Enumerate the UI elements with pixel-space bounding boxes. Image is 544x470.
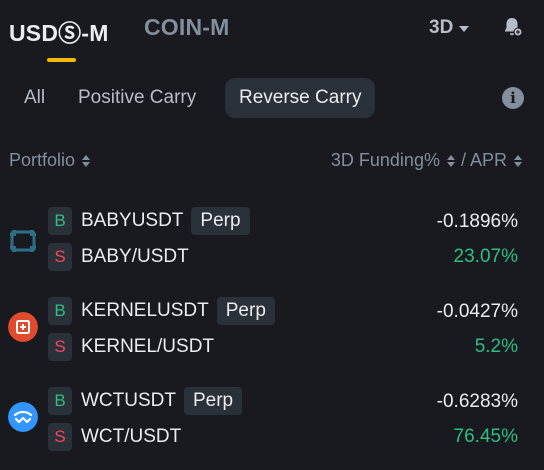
perp-symbol: KERNELUSDT [81, 300, 209, 321]
spot-symbol: BABY/USDT [81, 246, 189, 267]
funding-rate: -0.1896% [436, 211, 518, 232]
sort-icon [446, 154, 455, 167]
apr-header-label: / APR [460, 150, 507, 170]
perp-leg: B KERNELUSDT Perp [48, 297, 275, 325]
perp-tag: Perp [183, 387, 243, 415]
notification-bell-icon[interactable] [500, 15, 524, 39]
perp-tag: Perp [216, 297, 275, 325]
caret-down-icon [459, 26, 470, 32]
buy-badge: B [48, 387, 72, 415]
filter-positive-carry[interactable]: Positive Carry [78, 78, 196, 118]
apr-header[interactable]: / APR [461, 150, 522, 171]
perp-leg: B BABYUSDT Perp [48, 207, 250, 235]
tab-usds-m[interactable]: USDⓈ-M [9, 14, 109, 48]
filter-reverse-carry[interactable]: Reverse Carry [225, 78, 376, 118]
spot-leg: S BABY/USDT [48, 243, 189, 271]
sort-icon [82, 154, 91, 167]
perp-tag: Perp [191, 207, 250, 235]
perp-symbol: BABYUSDT [81, 210, 184, 231]
funding-rate: -0.6283% [436, 391, 518, 412]
sort-icon [514, 154, 522, 167]
list-item[interactable]: B KERNELUSDT Perp -0.0427% S KERNEL/USDT… [0, 296, 544, 368]
active-tab-indicator [47, 58, 76, 62]
list-item[interactable]: B BABYUSDT Perp -0.1896% S BABY/USDT 23.… [0, 206, 544, 278]
apr-value: 76.45% [453, 426, 518, 447]
sell-badge: S [48, 423, 72, 451]
apr-value: 23.07% [453, 246, 518, 267]
funding-apr-header: 3D Funding% / APR [331, 150, 522, 171]
babylon-icon [10, 230, 36, 252]
market-type-tabs: USDⓈ-M COIN-M 3D [0, 0, 544, 62]
walletconnect-icon [8, 402, 38, 432]
kernel-icon [8, 312, 38, 342]
period-label: 3D [429, 17, 454, 38]
filter-all[interactable]: All [24, 78, 45, 118]
period-dropdown[interactable]: 3D [429, 17, 470, 39]
spot-symbol: KERNEL/USDT [81, 336, 215, 357]
info-icon[interactable]: i [502, 87, 524, 109]
spot-leg: S KERNEL/USDT [48, 333, 214, 361]
carry-filter: All Positive Carry Reverse Carry [0, 78, 544, 118]
spot-leg: S WCT/USDT [48, 423, 181, 451]
portfolio-header-label: Portfolio [9, 150, 76, 170]
sell-badge: S [48, 243, 72, 271]
spot-symbol: WCT/USDT [81, 426, 182, 447]
tab-coin-m[interactable]: COIN-M [144, 14, 230, 41]
buy-badge: B [48, 297, 72, 325]
funding-header-label: 3D Funding% [330, 150, 440, 170]
perp-symbol: WCTUSDT [81, 390, 176, 411]
portfolio-column-header[interactable]: Portfolio [9, 150, 91, 171]
list-item[interactable]: B WCTUSDT Perp -0.6283% S WCT/USDT 76.45… [0, 386, 544, 458]
perp-leg: B WCTUSDT Perp [48, 387, 243, 415]
sell-badge: S [48, 333, 72, 361]
apr-value: 5.2% [474, 336, 518, 357]
buy-badge: B [48, 207, 72, 235]
funding-header[interactable]: 3D Funding% [331, 150, 455, 171]
funding-rate: -0.0427% [436, 301, 518, 322]
